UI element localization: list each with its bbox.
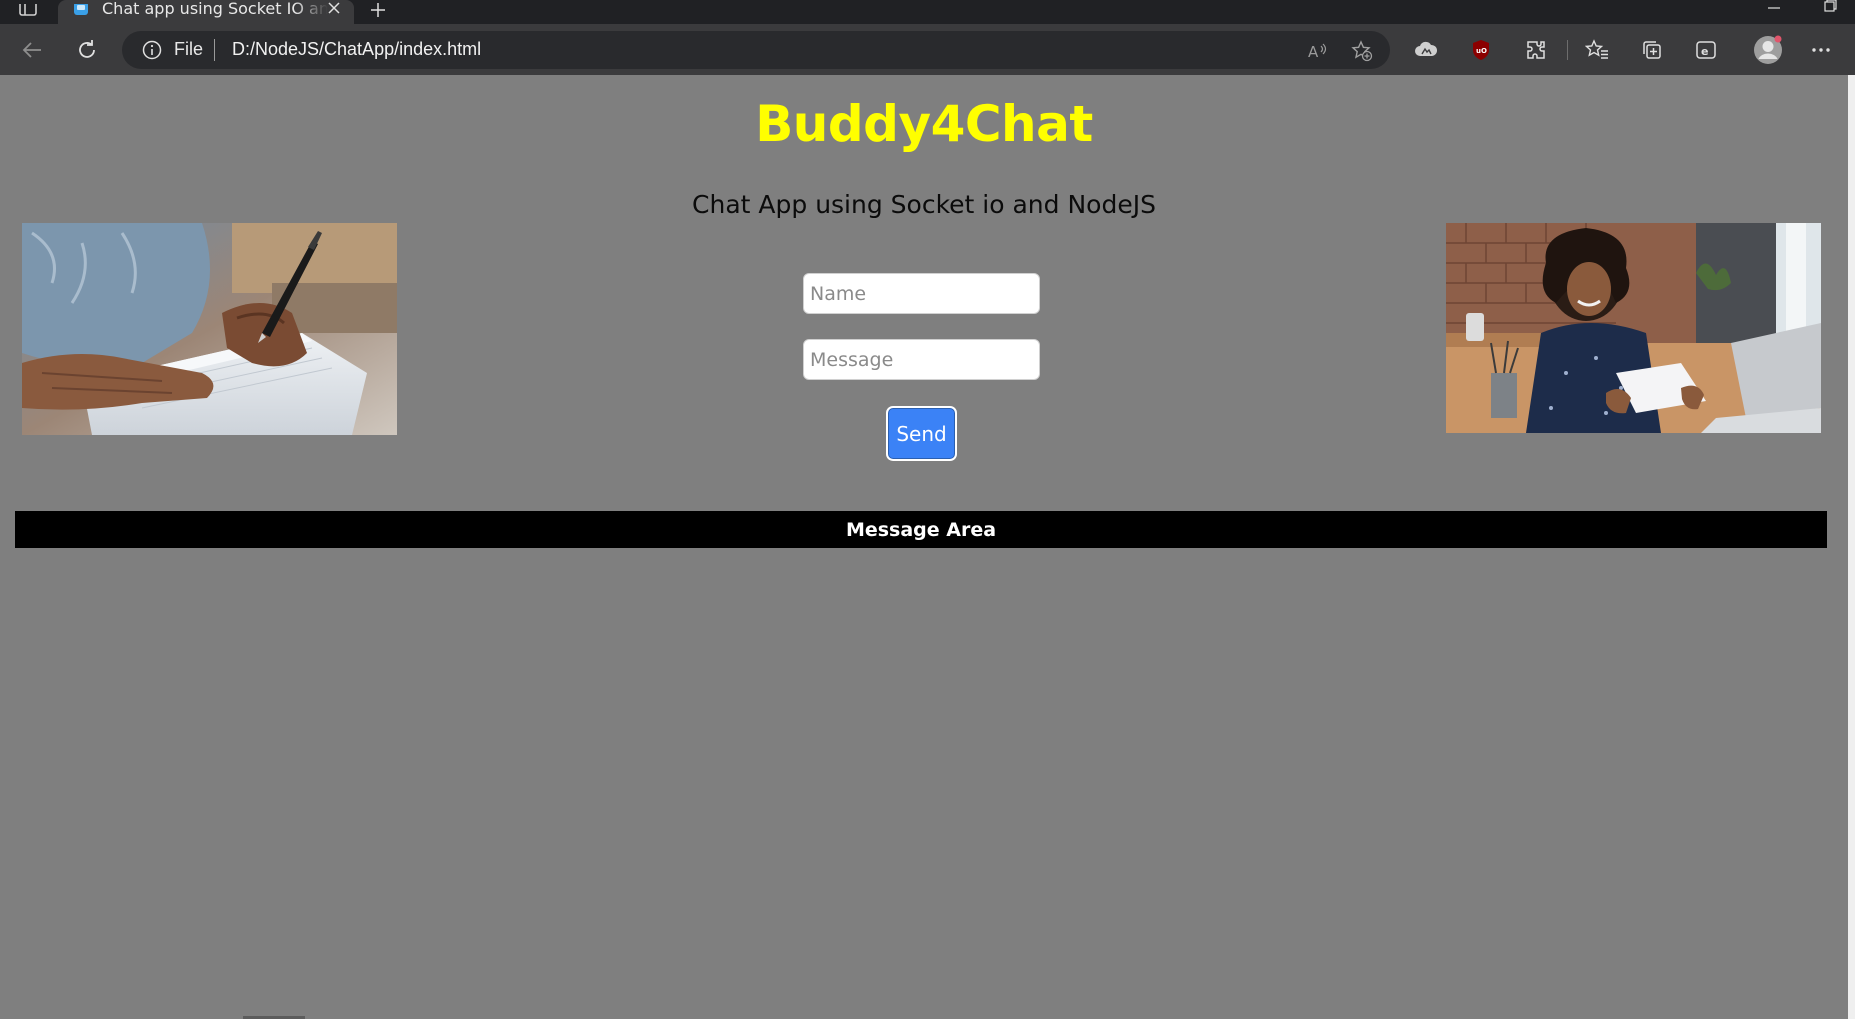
collections-icon[interactable]: [1637, 35, 1667, 65]
browser-page-icon: [72, 3, 90, 21]
restore-window-icon[interactable]: [1816, 0, 1844, 16]
page-subtitle: Chat App using Socket io and NodeJS: [692, 190, 1156, 219]
writing-hand-image: [22, 223, 397, 435]
message-list: [15, 551, 1827, 991]
woman-reading-image: [1446, 223, 1821, 433]
add-favorite-icon[interactable]: [1350, 39, 1374, 63]
svg-text:uO: uO: [1476, 47, 1487, 55]
ie-mode-icon[interactable]: e: [1691, 35, 1721, 65]
address-bar[interactable]: File D:/NodeJS/ChatApp/index.html A: [122, 31, 1390, 69]
extensions-icon[interactable]: [1521, 35, 1551, 65]
more-icon[interactable]: [1806, 35, 1836, 65]
tab-strip: Chat app using Socket IO and NodeJS: [0, 0, 1855, 24]
toolbar-divider: [1567, 40, 1568, 60]
send-button[interactable]: Send: [886, 406, 957, 461]
refresh-icon[interactable]: [72, 35, 102, 65]
ublock-icon[interactable]: uO: [1466, 35, 1496, 65]
address-url[interactable]: D:/NodeJS/ChatApp/index.html: [232, 39, 481, 60]
profile-icon[interactable]: [1751, 33, 1785, 67]
page-title: Buddy4Chat: [755, 95, 1093, 153]
message-area-header: Message Area: [15, 511, 1827, 548]
tab-close-icon[interactable]: [324, 0, 344, 18]
page-viewport: Buddy4Chat Chat App using Socket io and …: [0, 75, 1848, 1019]
address-scheme-label: File: [174, 39, 204, 59]
svg-text:e: e: [1701, 45, 1708, 58]
read-aloud-icon[interactable]: A: [1306, 39, 1330, 63]
browser-tab[interactable]: Chat app using Socket IO and NodeJS: [58, 0, 354, 24]
tab-actions-menu-icon[interactable]: [14, 0, 42, 22]
minimize-window-icon[interactable]: [1760, 0, 1788, 16]
message-input[interactable]: [803, 339, 1040, 380]
tab-title: Chat app using Socket IO and NodeJS: [102, 0, 328, 18]
browser-toolbar: File D:/NodeJS/ChatApp/index.html A uO e: [0, 24, 1855, 75]
back-icon[interactable]: [17, 35, 47, 65]
cloud-extension-icon[interactable]: [1411, 35, 1441, 65]
favorites-icon[interactable]: [1582, 35, 1612, 65]
address-divider: [214, 39, 215, 61]
site-info-icon[interactable]: [142, 40, 162, 60]
name-input[interactable]: [803, 273, 1040, 314]
svg-text:A: A: [1308, 43, 1319, 61]
page-scrollbar[interactable]: [1848, 75, 1855, 1019]
new-tab-icon[interactable]: [366, 0, 390, 22]
